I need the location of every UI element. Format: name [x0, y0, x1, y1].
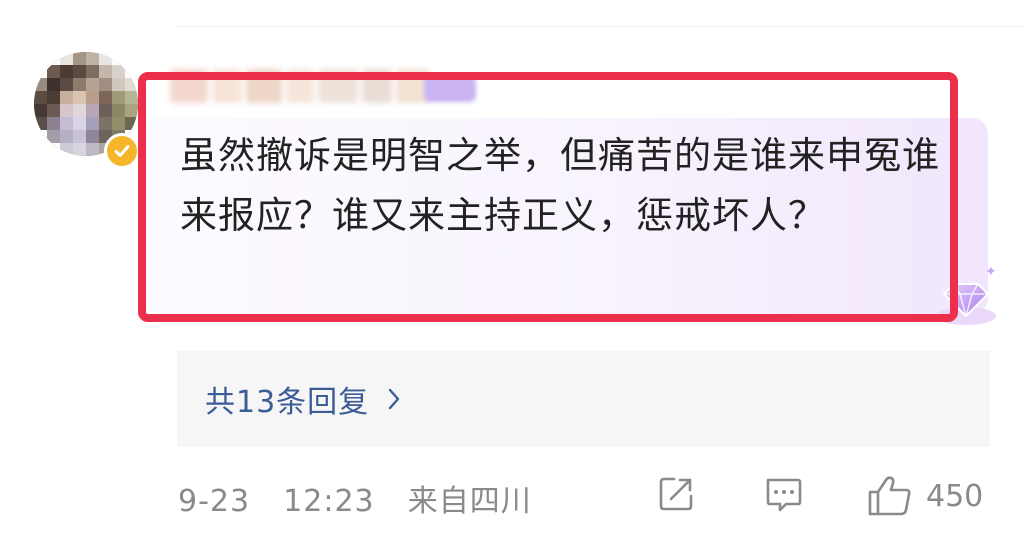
chevron-right-icon [387, 387, 401, 411]
replies-button[interactable]: 共13条回复 [177, 351, 990, 447]
share-button[interactable] [656, 474, 696, 514]
replies-label: 共13条回复 [205, 385, 370, 420]
like-button[interactable]: 450 [866, 474, 983, 518]
like-count: 450 [926, 478, 984, 514]
verified-check-icon [104, 133, 140, 169]
comment-date: 9-23 [178, 484, 251, 519]
share-icon [659, 477, 693, 511]
comment-icon [766, 478, 802, 512]
highlight-frame [138, 72, 958, 322]
thumbs-up-icon [868, 476, 911, 516]
comment-button[interactable] [762, 474, 804, 516]
top-divider [176, 26, 1024, 27]
comment-location: 来自四川 [407, 484, 532, 519]
comment-meta: 9-23 12:23 来自四川 [178, 476, 532, 520]
comment-time: 12:23 [283, 484, 375, 519]
